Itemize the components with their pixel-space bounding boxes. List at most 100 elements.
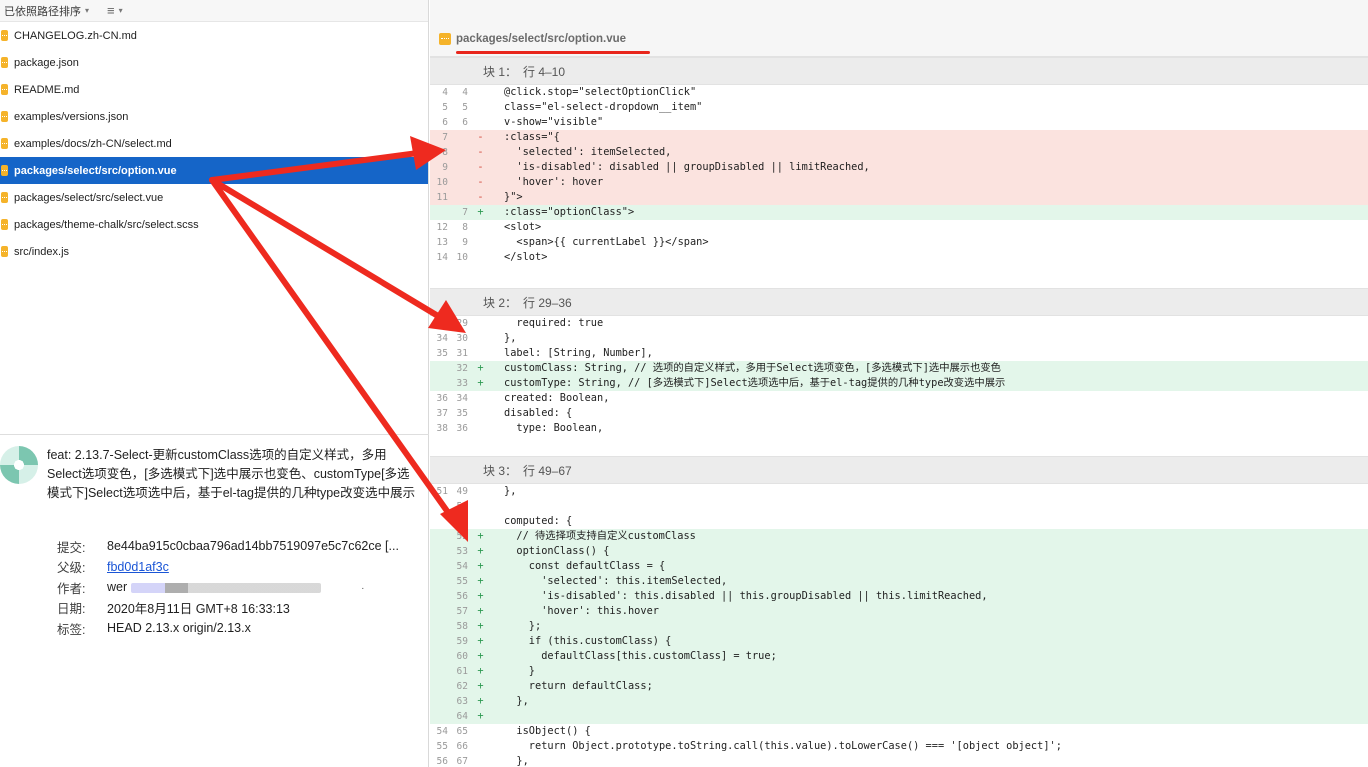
file-name: packages/select/src/option.vue — [14, 164, 177, 177]
old-line-number: 6 — [442, 117, 448, 128]
sort-order-dropdown[interactable]: 已依照路径排序 ▾ — [4, 3, 89, 19]
diff-line-context[interactable]: 50 — [430, 499, 1368, 514]
old-line-number: 7 — [442, 132, 448, 143]
diff-line-added[interactable]: 57 + 'hover': this.hover — [430, 604, 1368, 619]
diff-line-added[interactable]: 59 + if (this.customClass) { — [430, 634, 1368, 649]
code-text: class="el-select-dropdown__item" — [504, 101, 703, 113]
diff-sign: + — [477, 620, 484, 632]
parent-commit-link[interactable]: fbd0d1af3c — [107, 560, 169, 574]
code-text: customClass: String, // 选项的自定义样式，多用于Sele… — [504, 362, 1001, 374]
code-text: }"> — [504, 191, 523, 203]
diff-file-header: packages/select/src/option.vue — [430, 0, 1368, 57]
hunk-title: 块 1： — [483, 64, 518, 79]
diff-sign: + — [477, 605, 484, 617]
new-line-number: 59 — [456, 636, 468, 647]
file-item[interactable]: examples/versions.json — [0, 103, 428, 130]
new-line-number: 5 — [462, 102, 468, 113]
diff-line-added[interactable]: 64 + — [430, 709, 1368, 724]
diff-line-added[interactable]: 7 +:class="optionClass"> — [430, 205, 1368, 220]
code-text: 'is-disabled': this.disabled || this.gro… — [504, 590, 988, 602]
diff-line-context[interactable]: 36 34 created: Boolean, — [430, 391, 1368, 406]
diff-line-context[interactable]: 51 49 }, — [430, 484, 1368, 499]
old-line-number: 13 — [436, 237, 448, 248]
hunk-header[interactable]: 块 1： 行 4–10 — [430, 57, 1368, 85]
code-text: return Object.prototype.toString.call(th… — [504, 740, 1062, 752]
diff-line-added[interactable]: 55 + 'selected': this.itemSelected, — [430, 574, 1368, 589]
file-item[interactable]: CHANGELOG.zh-CN.md — [0, 22, 428, 49]
diff-line-added[interactable]: 58 + }; — [430, 619, 1368, 634]
redaction-mark: · — [361, 583, 365, 595]
file-name: CHANGELOG.zh-CN.md — [14, 29, 137, 42]
new-line-number: 67 — [456, 756, 468, 767]
file-item[interactable]: src/index.js — [0, 238, 428, 265]
diff-line-context[interactable]: 35 31 label: [String, Number], — [430, 346, 1368, 361]
diff-line-added[interactable]: 33 + customType: String, // [多选模式下]Select选… — [430, 376, 1368, 391]
diff-line-context[interactable]: 6 6 v-show="visible" — [430, 115, 1368, 130]
code-text: optionClass() { — [504, 545, 610, 557]
diff-line-context[interactable]: 51 computed: { — [430, 514, 1368, 529]
old-line-number: 5 — [442, 102, 448, 113]
view-mode-dropdown[interactable]: ≡ ▾ — [107, 4, 123, 17]
file-item[interactable]: packages/theme-chalk/src/select.scss — [0, 211, 428, 238]
new-line-number: 32 — [456, 363, 468, 374]
diff-line-deleted[interactable]: 10 - 'hover': hover — [430, 175, 1368, 190]
code-text: } — [504, 665, 535, 677]
file-item[interactable]: packages/select/src/select.vue — [0, 184, 428, 211]
diff-line-deleted[interactable]: 7 -:class="{ — [430, 130, 1368, 145]
diff-line-added[interactable]: 32 + customClass: String, // 选项的自定义样式，多用于S… — [430, 361, 1368, 376]
new-line-number: 60 — [456, 651, 468, 662]
diff-line-deleted[interactable]: 9 - 'is-disabled': disabled || groupDisab… — [430, 160, 1368, 175]
old-line-number — [430, 205, 448, 220]
diff-line-context[interactable]: 13 9 <span>{{ currentLabel }}</span> — [430, 235, 1368, 250]
diff-line-added[interactable]: 56 + 'is-disabled': this.disabled || this… — [430, 589, 1368, 604]
diff-file-path: packages/select/src/option.vue — [456, 33, 627, 45]
file-item[interactable]: package.json — [0, 49, 428, 76]
diff-line-deleted[interactable]: 11 -}"> — [430, 190, 1368, 205]
hunk-range: 行 4–10 — [523, 64, 566, 79]
old-line-number — [430, 529, 448, 544]
pane-divider[interactable] — [0, 434, 429, 435]
new-line-number: 62 — [456, 681, 468, 692]
diff-line-added[interactable]: 61 + } — [430, 664, 1368, 679]
code-text: </slot> — [504, 251, 548, 263]
code-text: label: [String, Number], — [504, 347, 653, 359]
file-name: examples/docs/zh-CN/select.md — [14, 137, 172, 150]
new-line-number: 34 — [456, 393, 468, 404]
diff-line-added[interactable]: 53 + optionClass() { — [430, 544, 1368, 559]
diff-line-deleted[interactable]: 8 - 'selected': itemSelected, — [430, 145, 1368, 160]
annotation-underline — [456, 51, 650, 54]
diff-line-context[interactable]: 37 35 disabled: { — [430, 406, 1368, 421]
new-line-number — [448, 130, 468, 145]
old-line-number — [430, 361, 448, 376]
file-item[interactable]: examples/docs/zh-CN/select.md — [0, 130, 428, 157]
hunk-header[interactable]: 块 2： 行 29–36 — [430, 288, 1368, 316]
new-line-number: 51 — [456, 516, 468, 527]
diff-line-context[interactable]: 55 66 return Object.prototype.toString.ca… — [430, 739, 1368, 754]
code-text: }, — [504, 485, 517, 497]
code-text: :class="optionClass"> — [504, 206, 635, 218]
diff-line-context[interactable]: 54 65 isObject() { — [430, 724, 1368, 739]
diff-line-context[interactable]: 56 67 }, — [430, 754, 1368, 767]
file-item-selected[interactable]: packages/select/src/option.vue — [0, 157, 428, 184]
code-text: customType: String, // [多选模式下]Select选项选中… — [504, 377, 1006, 389]
new-line-number: 4 — [462, 87, 468, 98]
diff-line-context[interactable]: 5 5 class="el-select-dropdown__item" — [430, 100, 1368, 115]
code-text: const defaultClass = { — [504, 560, 666, 572]
diff-line-added[interactable]: 60 + defaultClass[this.customClass] = tru… — [430, 649, 1368, 664]
diff-line-context[interactable]: 12 8 <slot> — [430, 220, 1368, 235]
diff-sign — [475, 724, 486, 739]
diff-line-added[interactable]: 54 + const defaultClass = { — [430, 559, 1368, 574]
date-value: 2020年8月11日 GMT+8 16:33:13 — [107, 602, 290, 617]
hunk-header[interactable]: 块 3： 行 49–67 — [430, 456, 1368, 484]
diff-line-context[interactable]: 34 30 }, — [430, 331, 1368, 346]
diff-line-context[interactable]: 14 10 </slot> — [430, 250, 1368, 265]
diff-line-context[interactable]: 4 4 @click.stop="selectOptionClick" — [430, 85, 1368, 100]
diff-line-added[interactable]: 63 + }, — [430, 694, 1368, 709]
file-item[interactable]: README.md — [0, 76, 428, 103]
diff-line-context[interactable]: 38 36 type: Boolean, — [430, 421, 1368, 436]
file-list-toolbar: 已依照路径排序 ▾ ≡ ▾ — [0, 0, 428, 22]
diff-line-context[interactable]: 33 29 required: true — [430, 316, 1368, 331]
diff-line-added[interactable]: 62 + return defaultClass; — [430, 679, 1368, 694]
new-line-number: 6 — [462, 117, 468, 128]
diff-line-added[interactable]: 52 + // 待选择项支持自定义customClass — [430, 529, 1368, 544]
